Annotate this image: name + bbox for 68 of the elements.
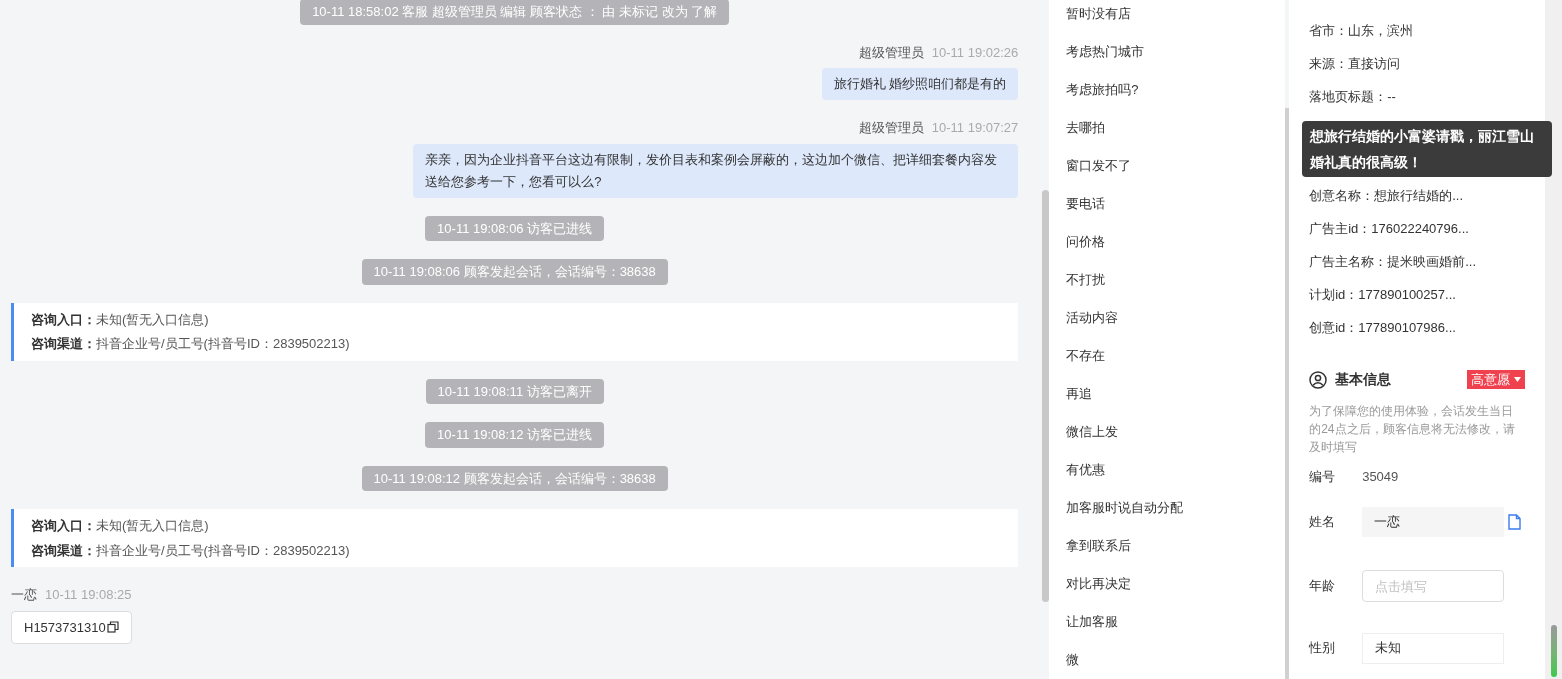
scrollbar-thumb[interactable] bbox=[1285, 108, 1290, 679]
quick-reply-item[interactable]: 暂时没有店 bbox=[1066, 3, 1286, 25]
message-time: 10-11 19:07:27 bbox=[931, 119, 1019, 137]
scrollbar-thumb[interactable] bbox=[1550, 625, 1557, 677]
sender-name: 超级管理员 bbox=[858, 119, 924, 137]
field-label: 性别 bbox=[1309, 639, 1337, 658]
message-time: 10-11 19:02:26 bbox=[931, 43, 1019, 62]
source-info-row-text: 来源：直接访问 bbox=[1309, 55, 1402, 73]
info-value: 未知(暂无入口信息) bbox=[96, 517, 209, 535]
sender-name: 超级管理员 bbox=[858, 43, 924, 62]
quick-reply-item[interactable]: 让加客服 bbox=[1066, 611, 1286, 633]
age-field[interactable]: 点击填写 bbox=[1362, 570, 1505, 602]
quick-reply-item[interactable]: 考虑旅拍吗? bbox=[1066, 79, 1286, 101]
source-info-row-text: 创意id：177890107986... bbox=[1309, 319, 1457, 337]
quick-reply-item[interactable]: 不打扰 bbox=[1066, 269, 1286, 291]
source-info-row-text: 广告主id：176022240796... bbox=[1309, 220, 1470, 238]
message-bubble: 旅行婚礼 婚纱照咱们都是有的 bbox=[821, 68, 1019, 100]
source-info-row-text: 广告主名称：提米映画婚前... bbox=[1309, 253, 1477, 271]
source-info-row-text: 落地页标题：-- bbox=[1309, 88, 1397, 106]
system-message: 10-11 18:58:02 客服 超级管理员 编辑 顾客状态 ： 由 未标记 改为 了解 bbox=[300, 0, 730, 25]
copy-icon bbox=[106, 621, 119, 634]
caret-icon bbox=[1514, 377, 1521, 382]
quick-reply-item[interactable]: 加客服时说自动分配 bbox=[1066, 497, 1286, 519]
sender-name: 一恋 bbox=[11, 586, 37, 604]
quick-reply-item[interactable]: 再追 bbox=[1066, 383, 1286, 405]
field-label: 编号 bbox=[1309, 468, 1337, 487]
quick-reply-item[interactable]: 要电话 bbox=[1066, 193, 1286, 215]
quick-reply-item[interactable]: 对比再决定 bbox=[1066, 573, 1286, 595]
field-label: 姓名 bbox=[1309, 513, 1337, 532]
message-bubble: 亲亲，因为企业抖音平台这边有限制，发价目表和案例会屏蔽的，这边加个微信、把详细套餐内容发送给您参考一下，您看可以么? bbox=[413, 143, 1019, 198]
intent-tag[interactable]: 高意愿 bbox=[1467, 370, 1525, 389]
name-field[interactable]: 一恋 bbox=[1362, 507, 1505, 537]
source-info-row-text: 计划id：177890100257... bbox=[1309, 286, 1457, 304]
field-label: 年龄 bbox=[1309, 577, 1337, 596]
quick-reply-item[interactable]: 微 bbox=[1066, 649, 1286, 671]
info-label: 咨询入口： bbox=[31, 517, 96, 535]
quick-reply-item[interactable]: 有优惠 bbox=[1066, 459, 1286, 481]
system-message: 10-11 19:08:12 顾客发起会话，会话编号：38638 bbox=[361, 465, 668, 491]
document-icon bbox=[1508, 514, 1522, 530]
info-label: 咨询渠道： bbox=[31, 541, 96, 560]
gender-select[interactable]: 未知 bbox=[1362, 632, 1505, 664]
quick-reply-item[interactable]: 微信上发 bbox=[1066, 421, 1286, 443]
tooltip: 想旅行结婚的小富婆请戳，丽江雪山婚礼真的很高级！ bbox=[1302, 121, 1553, 177]
info-label: 咨询入口： bbox=[31, 310, 96, 329]
info-label: 咨询渠道： bbox=[31, 335, 96, 353]
message-time: 10-11 19:08:25 bbox=[45, 586, 132, 604]
source-info-row-text: 创意名称：想旅行结婚的... bbox=[1309, 187, 1464, 205]
system-message: 10-11 19:08:11 访客已离开 bbox=[425, 378, 604, 404]
info-value: 未知(暂无入口信息) bbox=[96, 310, 209, 329]
field-value: 35049 bbox=[1362, 468, 1399, 487]
quick-reply-item[interactable]: 考虑热门城市 bbox=[1066, 41, 1286, 63]
notice-text: 为了保障您的使用体验，会话发生当日的24点之后，顾客信息将无法修改，请及时填写 bbox=[1309, 403, 1516, 456]
system-message: 10-11 19:08:06 顾客发起会话，会话编号：38638 bbox=[361, 259, 668, 285]
quick-reply-item[interactable]: 活动内容 bbox=[1066, 307, 1286, 329]
system-message: 10-11 19:08:12 访客已进线 bbox=[425, 422, 605, 448]
section-title: 基本信息 bbox=[1335, 370, 1392, 389]
quick-reply-item[interactable]: 问价格 bbox=[1066, 231, 1286, 253]
scrollbar-thumb[interactable] bbox=[1042, 190, 1050, 602]
message-bubble: H1573731310 bbox=[11, 610, 132, 644]
source-info-row-text: 省市：山东，滨州 bbox=[1309, 22, 1415, 40]
system-message: 10-11 19:08:06 访客已进线 bbox=[425, 215, 605, 241]
user-circle-icon bbox=[1309, 370, 1328, 389]
quick-reply-item[interactable]: 拿到联系后 bbox=[1066, 535, 1286, 557]
quick-reply-item[interactable]: 不存在 bbox=[1066, 345, 1286, 367]
quick-reply-item[interactable]: 去哪拍 bbox=[1066, 117, 1286, 139]
info-value: 抖音企业号/员工号(抖音号ID：2839502213) bbox=[96, 335, 350, 353]
info-value: 抖音企业号/员工号(抖音号ID：2839502213) bbox=[96, 541, 350, 560]
quick-reply-item[interactable]: 窗口发不了 bbox=[1066, 155, 1286, 177]
